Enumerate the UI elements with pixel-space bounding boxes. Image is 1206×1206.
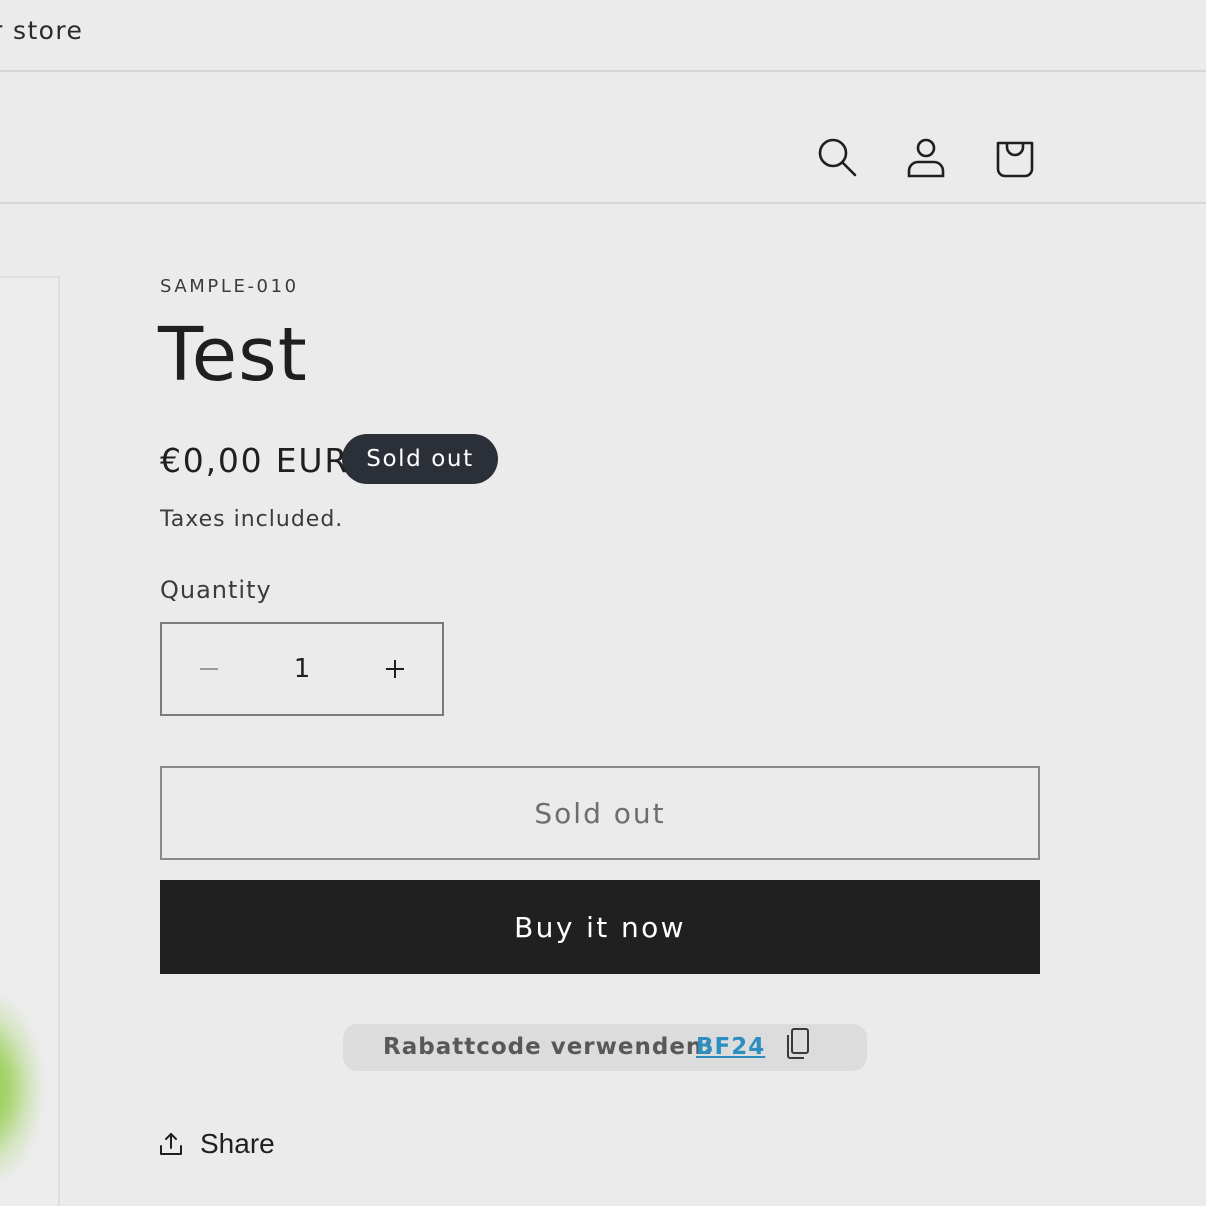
quantity-increase-button[interactable] bbox=[348, 624, 442, 714]
product-media[interactable] bbox=[0, 276, 60, 1206]
tax-note: Taxes included. bbox=[160, 507, 344, 532]
product-page: r store SAMPLE-010 Test €0,00 EUR Sold o… bbox=[0, 0, 1206, 1206]
product-vendor: SAMPLE-010 bbox=[160, 276, 299, 297]
account-icon[interactable] bbox=[903, 134, 949, 180]
quantity-label: Quantity bbox=[160, 576, 272, 604]
search-icon[interactable] bbox=[814, 134, 860, 180]
quantity-stepper bbox=[160, 622, 444, 716]
sold-out-badge: Sold out bbox=[342, 434, 498, 484]
announcement-bar: r store bbox=[0, 0, 1206, 72]
product-image bbox=[0, 998, 40, 1178]
discount-banner: Rabattcode verwenden: BF24 bbox=[343, 1024, 867, 1071]
store-name[interactable]: r store bbox=[0, 16, 83, 45]
quantity-input[interactable] bbox=[256, 624, 348, 714]
buy-it-now-button[interactable]: Buy it now bbox=[160, 880, 1040, 974]
site-header bbox=[0, 72, 1206, 204]
product-price: €0,00 EUR bbox=[160, 441, 350, 480]
quantity-decrease-button[interactable] bbox=[162, 624, 256, 714]
plus-icon bbox=[386, 660, 404, 678]
share-icon bbox=[160, 1133, 182, 1155]
sold-out-button[interactable]: Sold out bbox=[160, 766, 1040, 860]
copy-icon[interactable] bbox=[783, 1027, 813, 1061]
share-button[interactable]: Share bbox=[158, 1124, 275, 1164]
discount-code-link[interactable]: BF24 bbox=[696, 1034, 765, 1060]
discount-label: Rabattcode verwenden: bbox=[383, 1034, 714, 1060]
cart-icon[interactable] bbox=[992, 134, 1038, 180]
share-label: Share bbox=[200, 1128, 275, 1159]
minus-icon bbox=[200, 668, 218, 670]
product-title: Test bbox=[158, 312, 308, 398]
